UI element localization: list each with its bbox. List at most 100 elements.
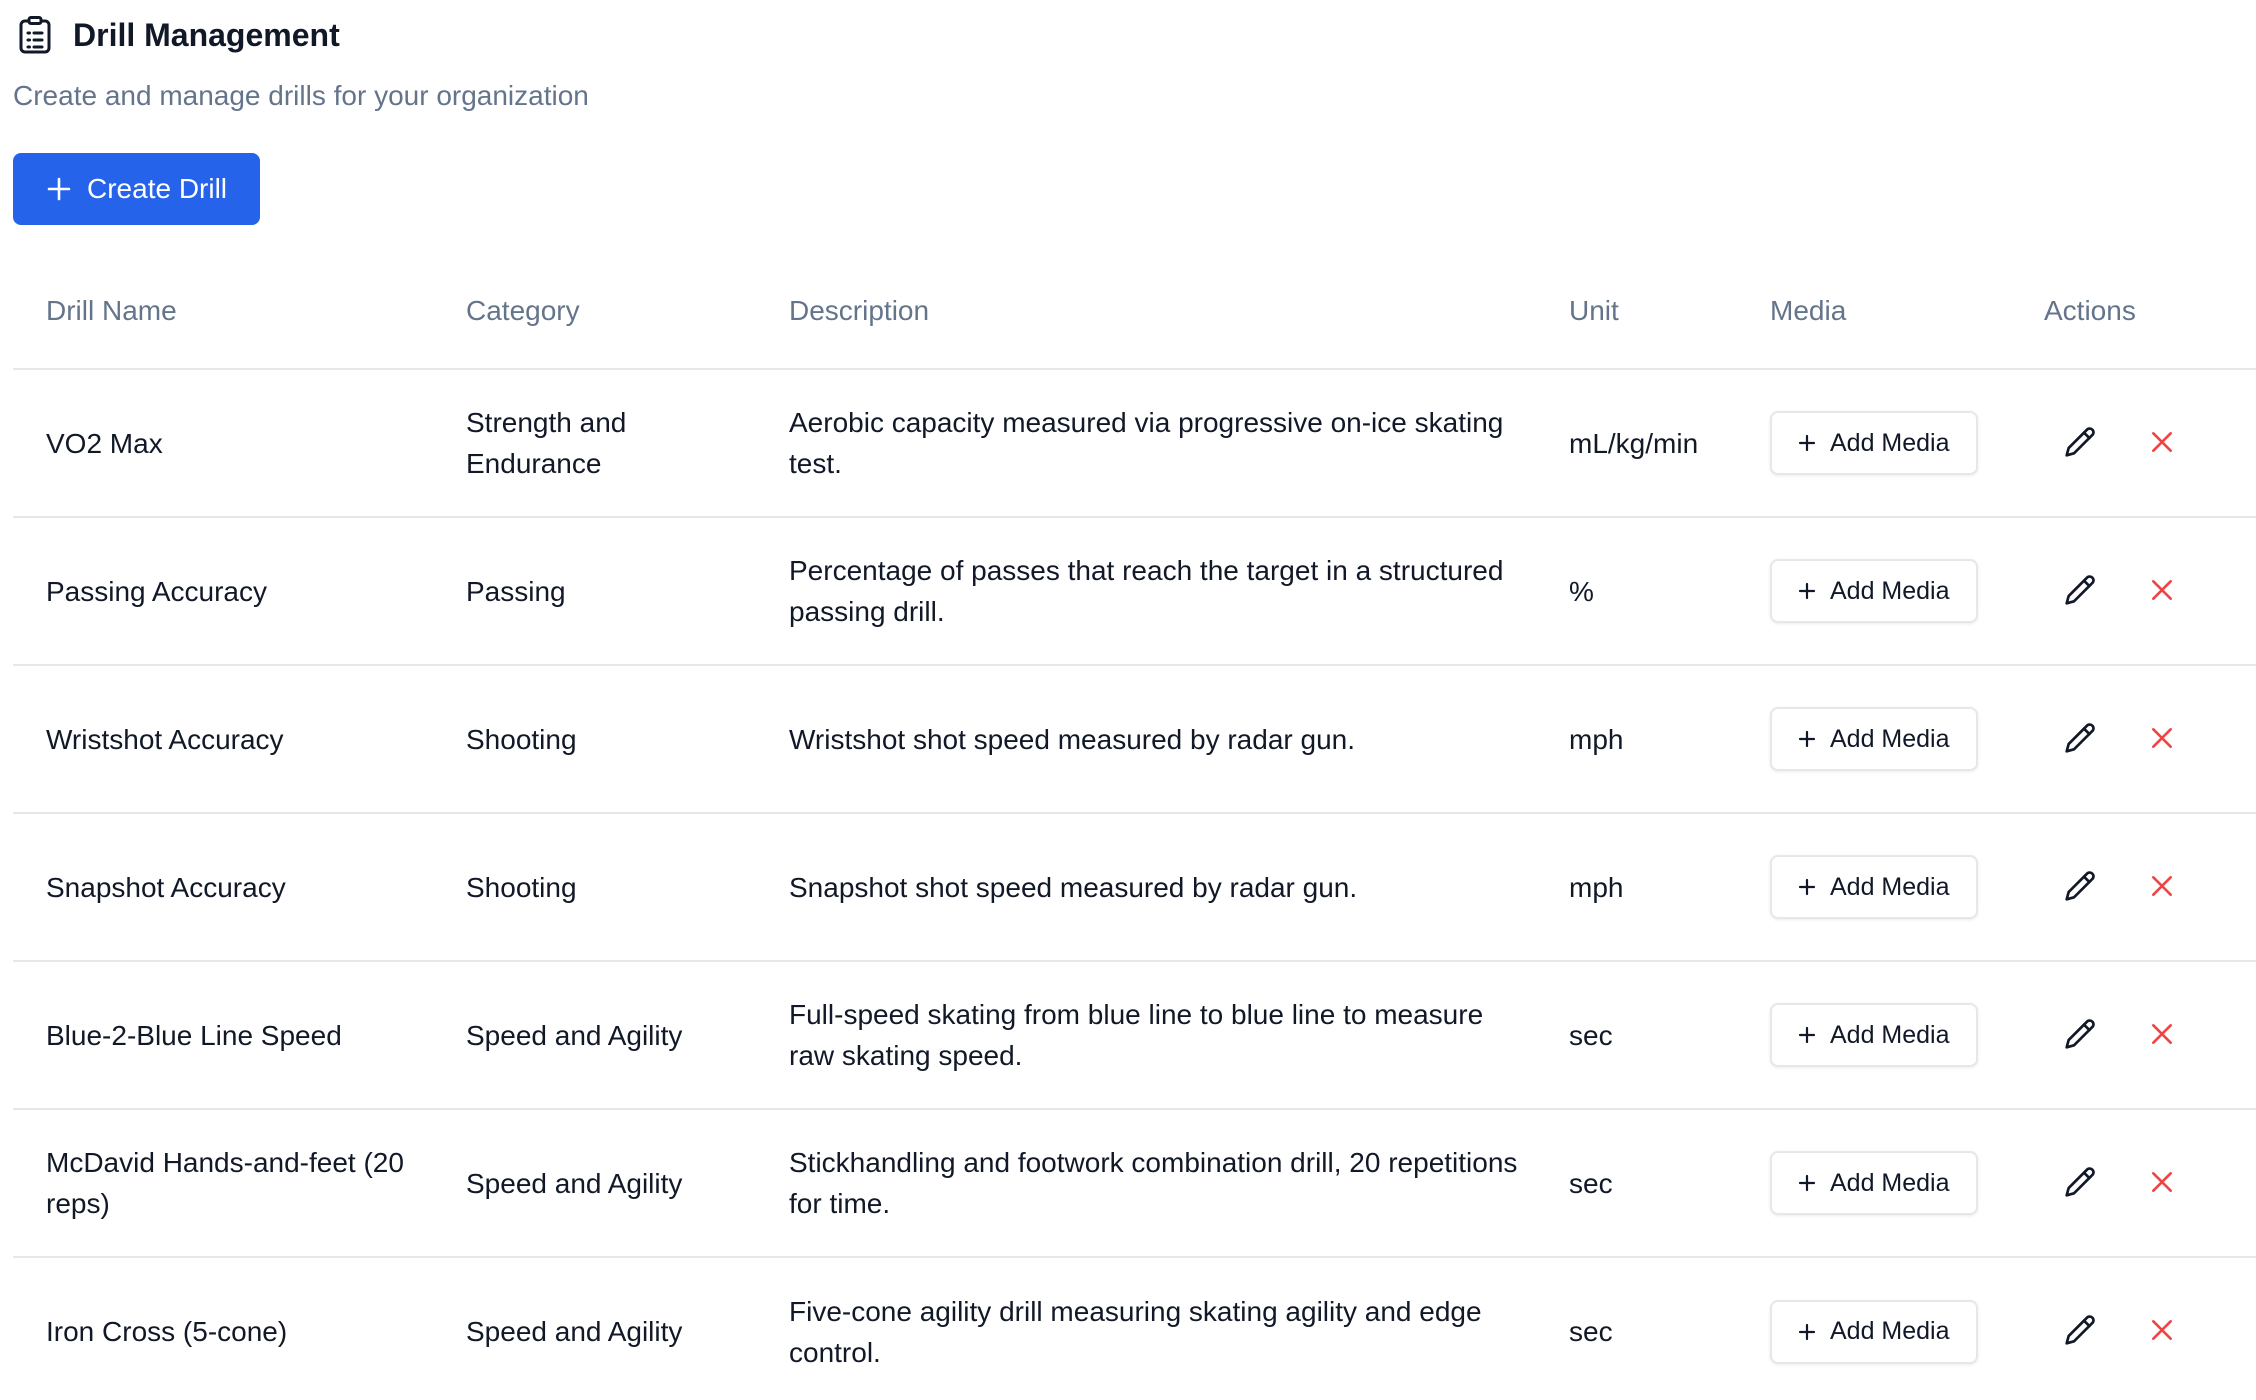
actions-cell bbox=[2011, 369, 2256, 518]
category-cell: Speed and Agility bbox=[433, 1109, 756, 1258]
drill-name-cell: McDavid Hands-and-feet (20 reps) bbox=[13, 1109, 433, 1258]
media-cell: Add Media bbox=[1737, 665, 2011, 814]
actions-cell bbox=[2011, 1257, 2256, 1400]
close-icon bbox=[2149, 1021, 2175, 1050]
add-media-label: Add Media bbox=[1830, 1020, 1950, 1049]
add-media-button[interactable]: Add Media bbox=[1770, 707, 1978, 771]
delete-button[interactable] bbox=[2144, 1314, 2180, 1350]
add-media-label: Add Media bbox=[1830, 872, 1950, 901]
close-icon bbox=[2149, 873, 2175, 902]
category-cell: Strength and Endurance bbox=[433, 369, 756, 518]
column-header-actions: Actions bbox=[2011, 253, 2256, 370]
edit-button[interactable] bbox=[2062, 573, 2098, 609]
unit-cell: sec bbox=[1569, 1316, 1613, 1347]
add-media-button[interactable]: Add Media bbox=[1770, 411, 1978, 475]
pencil-icon bbox=[2064, 870, 2096, 905]
plus-icon bbox=[1798, 582, 1816, 600]
delete-button[interactable] bbox=[2144, 721, 2180, 757]
pencil-icon bbox=[2064, 574, 2096, 609]
edit-button[interactable] bbox=[2062, 1165, 2098, 1201]
category-cell: Shooting bbox=[433, 665, 756, 814]
delete-button[interactable] bbox=[2144, 573, 2180, 609]
plus-icon bbox=[1798, 1323, 1816, 1341]
media-cell: Add Media bbox=[1737, 1109, 2011, 1258]
add-media-label: Add Media bbox=[1830, 576, 1950, 605]
close-icon bbox=[2149, 1317, 2175, 1346]
delete-button[interactable] bbox=[2144, 869, 2180, 905]
table-header-row: Drill Name Category Description Unit Med… bbox=[13, 253, 2256, 370]
description-cell: Percentage of passes that reach the targ… bbox=[756, 517, 1536, 666]
create-drill-button[interactable]: Create Drill bbox=[13, 153, 261, 225]
unit-cell: mph bbox=[1536, 813, 1737, 962]
pencil-icon bbox=[2064, 1314, 2096, 1349]
plus-icon bbox=[1798, 1026, 1816, 1044]
delete-button[interactable] bbox=[2144, 425, 2180, 461]
row-actions bbox=[2044, 1314, 2256, 1350]
add-media-button[interactable]: Add Media bbox=[1770, 855, 1978, 919]
column-header-drill-name: Drill Name bbox=[13, 253, 433, 370]
table-row: McDavid Hands-and-feet (20 reps) Speed a… bbox=[13, 1109, 2256, 1258]
clipboard-list-icon bbox=[17, 15, 53, 55]
description-cell: Snapshot shot speed measured by radar gu… bbox=[756, 813, 1536, 962]
create-drill-label: Create Drill bbox=[87, 173, 228, 204]
actions-cell bbox=[2011, 813, 2256, 962]
edit-button[interactable] bbox=[2062, 721, 2098, 757]
plus-icon bbox=[1798, 730, 1816, 748]
page-title: Drill Management bbox=[73, 16, 340, 53]
add-media-button[interactable]: Add Media bbox=[1770, 1151, 1978, 1215]
actions-cell bbox=[2011, 517, 2256, 666]
category-cell: Passing bbox=[433, 517, 756, 666]
unit-cell: mL/kg/min bbox=[1536, 369, 1737, 518]
plus-icon bbox=[47, 177, 71, 201]
table-row: Wristshot Accuracy Shooting Wristshot sh… bbox=[13, 665, 2256, 814]
close-icon bbox=[2149, 1169, 2175, 1198]
description-cell: Stickhandling and footwork combination d… bbox=[756, 1109, 1536, 1258]
drill-name-cell: VO2 Max bbox=[13, 369, 433, 518]
unit-cell: % bbox=[1536, 517, 1737, 666]
actions-cell bbox=[2011, 1109, 2256, 1258]
edit-button[interactable] bbox=[2062, 1314, 2098, 1350]
unit-cell: sec bbox=[1536, 961, 1737, 1110]
unit-cell: mph bbox=[1536, 665, 1737, 814]
edit-button[interactable] bbox=[2062, 425, 2098, 461]
row-actions bbox=[2044, 425, 2256, 461]
add-media-label: Add Media bbox=[1830, 1168, 1950, 1197]
page-header: Drill Management bbox=[13, 14, 2243, 56]
actions-cell bbox=[2011, 665, 2256, 814]
delete-button[interactable] bbox=[2144, 1017, 2180, 1053]
media-cell: Add Media bbox=[1737, 813, 2011, 962]
drill-name-cell: Passing Accuracy bbox=[13, 517, 433, 666]
close-icon bbox=[2149, 577, 2175, 606]
description-cell: Aerobic capacity measured via progressiv… bbox=[756, 369, 1536, 518]
drill-name-cell: Snapshot Accuracy bbox=[13, 813, 433, 962]
row-actions bbox=[2044, 1165, 2256, 1201]
pencil-icon bbox=[2064, 1018, 2096, 1053]
column-header-category: Category bbox=[433, 253, 756, 370]
add-media-button[interactable]: Add Media bbox=[1770, 1003, 1978, 1067]
unit-cell: sec bbox=[1536, 1109, 1737, 1258]
add-media-label: Add Media bbox=[1830, 724, 1950, 753]
column-header-media: Media bbox=[1737, 253, 2011, 370]
plus-icon bbox=[1798, 1174, 1816, 1192]
add-media-label: Add Media bbox=[1830, 428, 1950, 457]
column-header-unit: Unit bbox=[1536, 253, 1737, 370]
pencil-icon bbox=[2064, 1166, 2096, 1201]
description-cell: Wristshot shot speed measured by radar g… bbox=[756, 665, 1536, 814]
description-cell: Full-speed skating from blue line to blu… bbox=[756, 961, 1536, 1110]
add-media-button[interactable]: Add Media bbox=[1770, 1299, 1978, 1364]
pencil-icon bbox=[2064, 426, 2096, 461]
table-row: Snapshot Accuracy Shooting Snapshot shot… bbox=[13, 813, 2256, 962]
drill-management-page: Drill Management Create and manage drill… bbox=[0, 0, 2256, 1400]
plus-icon bbox=[1798, 434, 1816, 452]
edit-button[interactable] bbox=[2062, 869, 2098, 905]
close-icon bbox=[2149, 725, 2175, 754]
actions-cell bbox=[2011, 961, 2256, 1110]
description-cell: Five-cone agility drill measuring skatin… bbox=[789, 1295, 1482, 1368]
drills-table-body: VO2 Max Strength and Endurance Aerobic c… bbox=[13, 369, 2256, 1400]
pencil-icon bbox=[2064, 722, 2096, 757]
media-cell: Add Media bbox=[1737, 517, 2011, 666]
drill-name-cell: Blue-2-Blue Line Speed bbox=[13, 961, 433, 1110]
delete-button[interactable] bbox=[2144, 1165, 2180, 1201]
edit-button[interactable] bbox=[2062, 1017, 2098, 1053]
add-media-button[interactable]: Add Media bbox=[1770, 559, 1978, 623]
